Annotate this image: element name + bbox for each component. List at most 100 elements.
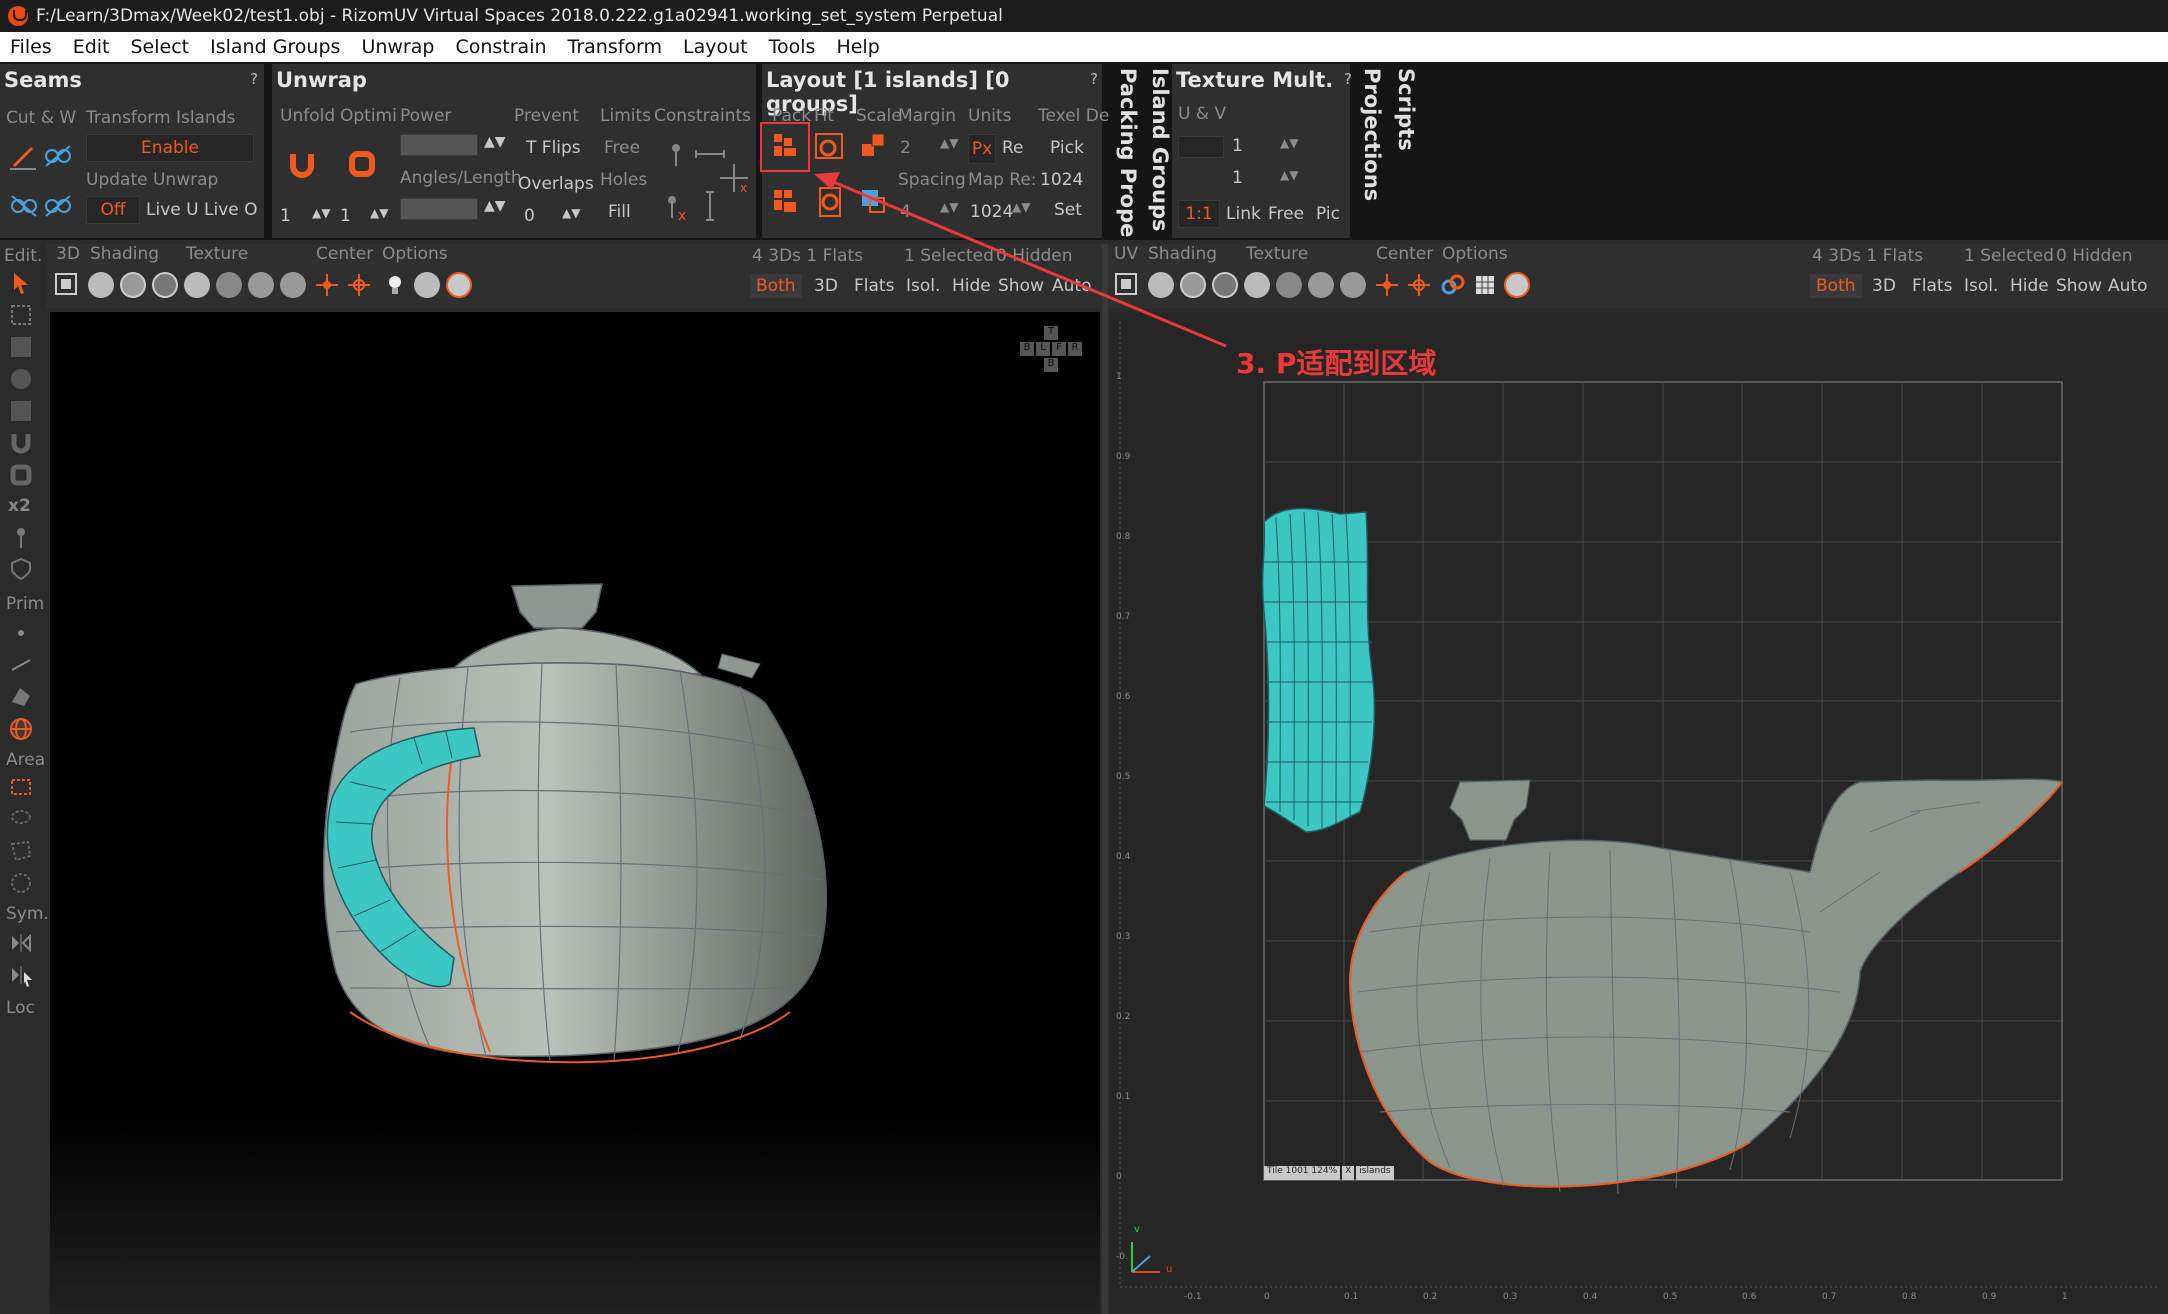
overlaps-stepper[interactable]: 0 xyxy=(524,206,535,226)
menu-tools[interactable]: Tools xyxy=(769,36,816,58)
texel-set-button[interactable]: Set xyxy=(1054,200,1082,220)
tab-island-groups[interactable]: Island Groups xyxy=(1142,64,1172,238)
seams-help-button[interactable]: ? xyxy=(246,70,262,90)
power-slider[interactable] xyxy=(400,134,478,156)
rect-select-icon[interactable] xyxy=(8,774,34,800)
x2-button[interactable]: x2 xyxy=(8,496,31,516)
fit-icon[interactable] xyxy=(812,128,848,164)
relative-units-button[interactable]: Re xyxy=(1002,138,1024,158)
v-multiplier-input[interactable]: 1 xyxy=(1232,168,1243,188)
t-flips-toggle[interactable]: T Flips xyxy=(526,138,581,158)
one-to-one-button[interactable]: 1:1 xyxy=(1178,200,1220,228)
viewuv-menu-shading[interactable]: Shading xyxy=(1148,244,1217,264)
pic-button[interactable]: Pic xyxy=(1316,204,1340,224)
viewport-3d[interactable]: T B L F R B xyxy=(50,312,1100,1314)
symmetry-icon[interactable] xyxy=(8,930,34,956)
viewuv-texture-checker-icon[interactable] xyxy=(1276,272,1302,298)
view3d-texture-checker-icon[interactable] xyxy=(216,272,242,298)
weld-edges-icon[interactable] xyxy=(40,188,76,224)
viewuv-center-icon[interactable] xyxy=(1374,272,1400,298)
pin-icon[interactable] xyxy=(658,136,694,172)
power-stepper-icon[interactable]: ▲▼ xyxy=(484,134,506,150)
view3d-mode-isol[interactable]: Isol. xyxy=(906,276,940,296)
shield-icon[interactable] xyxy=(8,556,34,582)
view3d-menu-3d[interactable]: 3D xyxy=(56,244,80,264)
layout-help-button[interactable]: ? xyxy=(1086,70,1102,90)
view3d-center-selection-icon[interactable] xyxy=(346,272,372,298)
menu-help[interactable]: Help xyxy=(836,36,879,58)
map-res-input-2[interactable]: 1024 xyxy=(970,202,1013,222)
viewuv-mode-flats[interactable]: Flats xyxy=(1912,276,1952,296)
viewuv-color-icon[interactable] xyxy=(1504,272,1530,298)
u-swatch[interactable] xyxy=(1178,136,1224,158)
px-units-button[interactable]: Px xyxy=(968,134,996,164)
live-off-button[interactable]: Off xyxy=(86,196,140,224)
unfold-stepper-arrows-icon[interactable]: ▲▼ xyxy=(312,206,330,220)
tab-scripts[interactable]: Scripts xyxy=(1388,64,1418,238)
view3d-menu-shading[interactable]: Shading xyxy=(90,244,159,264)
island-mode-icon[interactable] xyxy=(8,716,34,742)
unfold-magnet-icon[interactable] xyxy=(284,146,320,182)
tab-projections[interactable]: Projections xyxy=(1354,64,1384,238)
view3d-center-icon[interactable] xyxy=(314,272,340,298)
optimize-icon[interactable] xyxy=(344,146,380,182)
overlaps-toggle[interactable]: Overlaps xyxy=(518,174,594,194)
menu-unwrap[interactable]: Unwrap xyxy=(361,36,434,58)
sphere-grid-icon[interactable] xyxy=(8,366,34,392)
viewuv-shading-smooth-icon[interactable] xyxy=(1212,272,1238,298)
menu-island-groups[interactable]: Island Groups xyxy=(210,36,340,58)
checker-icon[interactable] xyxy=(8,334,34,360)
view3d-light-icon[interactable] xyxy=(382,272,408,298)
view3d-frame-icon[interactable] xyxy=(52,270,80,298)
menu-constrain[interactable]: Constrain xyxy=(455,36,546,58)
spacing-input[interactable]: 4 xyxy=(900,202,911,222)
viewuv-menu-uv[interactable]: UV xyxy=(1114,244,1138,264)
viewuv-frame-icon[interactable] xyxy=(1112,270,1140,298)
viewport-splitter[interactable] xyxy=(1102,244,1108,1314)
tab-packing-properties[interactable]: Packing Properti xyxy=(1110,64,1140,238)
scale-icon[interactable] xyxy=(856,128,892,164)
pin-tool-icon[interactable] xyxy=(8,524,34,550)
menu-files[interactable]: Files xyxy=(10,36,52,58)
menu-edit[interactable]: Edit xyxy=(73,36,110,58)
margin-input[interactable]: 2 xyxy=(900,138,911,158)
viewuv-mode-auto[interactable]: Auto xyxy=(2108,276,2147,296)
fill-button[interactable]: Fill xyxy=(608,202,631,222)
view3d-texture-grid-icon[interactable] xyxy=(248,272,274,298)
view3d-mode-auto[interactable]: Auto xyxy=(1052,276,1091,296)
u-multiplier-input[interactable]: 1 xyxy=(1232,136,1243,156)
select-arrow-icon[interactable] xyxy=(8,270,34,296)
v-stepper-icon[interactable]: ▲▼ xyxy=(1280,168,1298,182)
u-stepper-icon[interactable]: ▲▼ xyxy=(1280,136,1298,150)
view3d-mode-flats[interactable]: Flats xyxy=(854,276,894,296)
view3d-shading-wire-icon[interactable] xyxy=(120,272,146,298)
viewuv-mode-show[interactable]: Show xyxy=(2056,276,2102,296)
optimize-iterations-stepper[interactable]: 1 xyxy=(340,206,351,226)
viewuv-texture-grid-icon[interactable] xyxy=(1308,272,1334,298)
vertex-mode-icon[interactable] xyxy=(8,620,34,646)
view3d-texture-none-icon[interactable] xyxy=(184,272,210,298)
overlaps-stepper-arrows-icon[interactable]: ▲▼ xyxy=(562,206,580,220)
view3d-menu-options[interactable]: Options xyxy=(382,244,448,264)
view3d-mode-show[interactable]: Show xyxy=(998,276,1044,296)
circle-select-icon[interactable] xyxy=(8,870,34,896)
viewuv-center-selection-icon[interactable] xyxy=(1406,272,1432,298)
view3d-menu-texture[interactable]: Texture xyxy=(186,244,248,264)
angles-slider[interactable] xyxy=(400,198,478,220)
enable-button[interactable]: Enable xyxy=(86,134,254,162)
texel-pick-button[interactable]: Pick xyxy=(1050,138,1084,158)
cut-edges-icon[interactable] xyxy=(6,188,42,224)
viewuv-menu-center[interactable]: Center xyxy=(1376,244,1433,264)
viewuv-menu-texture[interactable]: Texture xyxy=(1246,244,1308,264)
margin-stepper-icon[interactable]: ▲▼ xyxy=(940,136,958,150)
polygon-select-icon[interactable] xyxy=(8,838,34,864)
align-vertical-icon[interactable] xyxy=(692,188,728,224)
map-res-stepper-icon[interactable]: ▲▼ xyxy=(1012,200,1030,214)
angles-stepper-icon[interactable]: ▲▼ xyxy=(484,198,506,214)
view3d-color-icon[interactable] xyxy=(446,272,472,298)
view3d-shading-flat-icon[interactable] xyxy=(88,272,114,298)
free-button[interactable]: Free xyxy=(1268,204,1304,224)
map-res-input-1[interactable]: 1024 xyxy=(1040,170,1083,190)
view3d-mode-hide[interactable]: Hide xyxy=(952,276,991,296)
view3d-shading-smooth-icon[interactable] xyxy=(152,272,178,298)
